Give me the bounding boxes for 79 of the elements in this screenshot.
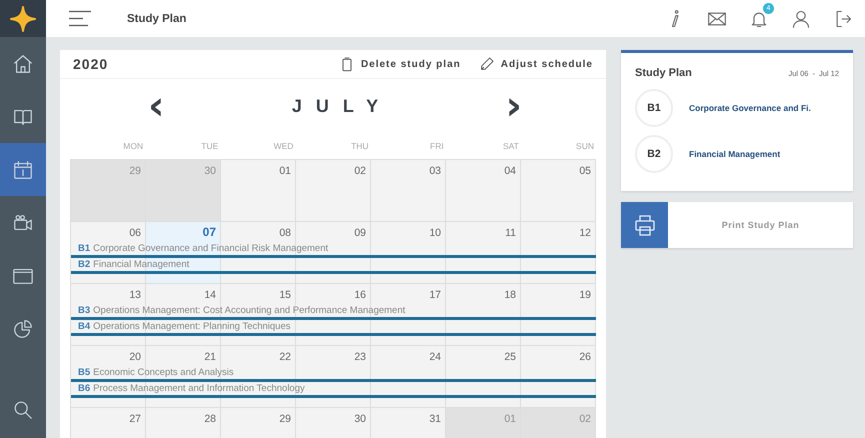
block-code-circle: B2 (635, 135, 673, 173)
calendar-event[interactable]: B6 Process Management and Information Technology (71, 383, 596, 398)
print-study-plan-button[interactable]: Print Study Plan (621, 202, 853, 248)
weekday-label: TUE (200, 141, 220, 153)
user-icon[interactable] (791, 8, 811, 28)
day-number[interactable]: 25 (504, 346, 520, 363)
event-title: Financial Management (93, 259, 190, 270)
day-number[interactable]: 26 (579, 346, 595, 363)
printer-icon (632, 213, 656, 237)
event-title: Process Management and Information Technology (93, 383, 305, 394)
day-number[interactable]: 05 (579, 160, 595, 177)
pie-chart-icon (12, 318, 34, 340)
day-number[interactable]: 30 (354, 408, 370, 425)
day-number[interactable]: 04 (504, 160, 520, 177)
day-number[interactable]: 07 (202, 222, 220, 239)
calendar-event[interactable]: B3 Operations Management: Cost Accounting and Performance Management (71, 305, 596, 320)
weekday-label: SUN (575, 141, 595, 153)
day-number[interactable]: 29 (279, 408, 295, 425)
day-number[interactable]: 18 (504, 284, 520, 301)
event-code: B2 (78, 259, 90, 270)
block-code-circle: B1 (635, 89, 673, 127)
year-label: 2020 (73, 56, 108, 72)
day-number[interactable]: 11 (505, 222, 520, 239)
day-number[interactable]: 12 (579, 222, 595, 239)
event-code: B3 (78, 305, 90, 316)
day-number[interactable]: 31 (429, 408, 445, 425)
previous-month-button[interactable]: ‹ (144, 89, 168, 123)
day-number[interactable]: 27 (129, 408, 145, 425)
weekday-label: WED (272, 141, 294, 153)
weekday-label: FRI (429, 141, 445, 153)
block-title-link[interactable]: Financial Management (689, 149, 780, 159)
event-title: Economic Concepts and Analysis (93, 367, 234, 378)
calendar-icon (12, 158, 34, 180)
calendar-event[interactable]: B5 Economic Concepts and Analysis (71, 367, 596, 382)
calendar-event[interactable]: B4 Operations Management: Planning Techniques (71, 321, 596, 336)
logo-icon[interactable] (10, 6, 36, 32)
day-number[interactable]: 15 (279, 284, 295, 301)
weekday-label: THU (350, 141, 370, 153)
day-number[interactable]: 20 (129, 346, 145, 363)
weekday-label: SAT (502, 141, 520, 153)
calendar-event[interactable]: B1 Corporate Governance and Financial Risk Management (71, 243, 596, 258)
day-number[interactable]: 28 (204, 408, 220, 425)
day-number[interactable]: 06 (129, 222, 145, 239)
day-number[interactable]: 01 (279, 160, 295, 177)
event-code: B1 (78, 243, 90, 254)
day-number[interactable]: 23 (354, 346, 370, 363)
page-title: Study Plan (127, 12, 186, 24)
day-number[interactable]: 02 (354, 160, 370, 177)
event-code: B5 (78, 367, 90, 378)
day-number[interactable]: 14 (204, 284, 220, 301)
day-number[interactable]: 13 (129, 284, 145, 301)
day-number[interactable]: 21 (204, 346, 220, 363)
event-title: Operations Management: Planning Techniques (93, 321, 290, 332)
delete-plan-button[interactable]: Delete study plan (338, 55, 461, 73)
menu-icon[interactable] (68, 10, 91, 27)
day-number[interactable]: 22 (279, 346, 295, 363)
home-icon (12, 52, 34, 74)
day-number[interactable]: 24 (429, 346, 445, 363)
sidebar-item[interactable] (0, 143, 46, 196)
day-number[interactable]: 19 (579, 284, 595, 301)
day-number[interactable]: 10 (429, 222, 445, 239)
day-number[interactable]: 16 (354, 284, 370, 301)
day-number[interactable]: 17 (429, 284, 445, 301)
event-title: Operations Management: Cost Accounting and Performance Management (93, 305, 406, 316)
next-month-button[interactable]: › (502, 89, 526, 123)
card-title: Study Plan (635, 67, 692, 79)
calendar-event[interactable]: B2 Financial Management (71, 259, 596, 274)
weekday-label: MON (122, 141, 144, 153)
day-number[interactable]: 03 (429, 160, 445, 177)
event-title: Corporate Governance and Financial Risk Management (93, 243, 328, 254)
day-number[interactable]: 08 (279, 222, 295, 239)
month-title: JULY (292, 96, 392, 116)
block-title-link[interactable]: Corporate Governance and Fi. (689, 103, 811, 113)
search-icon (12, 398, 34, 420)
event-code: B4 (78, 321, 90, 332)
day-number[interactable]: 09 (354, 222, 370, 239)
adjust-schedule-button[interactable]: Adjust schedule (478, 55, 593, 73)
pencil-icon (478, 55, 495, 73)
event-code: B6 (78, 383, 90, 394)
